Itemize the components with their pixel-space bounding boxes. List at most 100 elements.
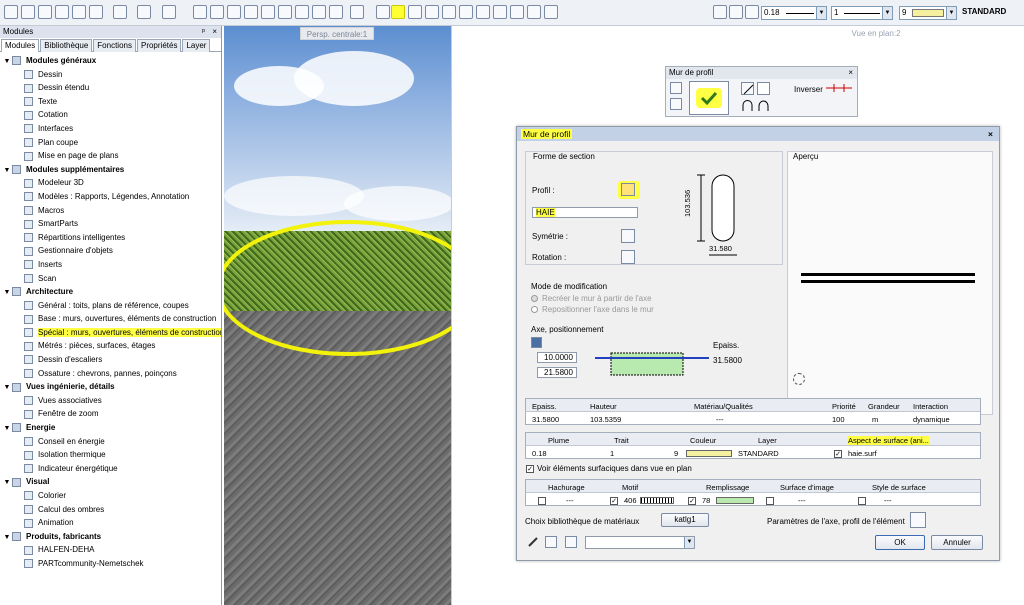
pin-icon[interactable]: ᵖ: [202, 26, 205, 38]
settings-icon[interactable]: [329, 5, 343, 19]
paste-icon[interactable]: [227, 5, 241, 19]
tree-item[interactable]: Gestionnaire d'objets: [0, 244, 221, 258]
rotation-icon[interactable]: [621, 250, 635, 264]
chevron-down-icon[interactable]: ▼: [816, 7, 826, 19]
axis-offset-field-1[interactable]: 10.0000: [537, 352, 577, 363]
library-button[interactable]: katlg1: [661, 513, 709, 527]
redo-icon[interactable]: [162, 5, 176, 19]
tree-item[interactable]: Métrés : pièces, surfaces, étages: [0, 339, 221, 353]
cell-color[interactable]: 9: [674, 449, 678, 458]
surface-style-checkbox[interactable]: [858, 497, 866, 505]
tree-item[interactable]: Macros: [0, 204, 221, 218]
tree-item[interactable]: Modeleur 3D: [0, 176, 221, 190]
tree-item[interactable]: Cotation: [0, 108, 221, 122]
expand-arrow-icon[interactable]: ▼: [2, 531, 12, 544]
zoom-icon[interactable]: [350, 5, 364, 19]
cell-line[interactable]: 1: [610, 449, 614, 458]
tree-group[interactable]: ▼ Modules supplémentaires: [0, 163, 221, 177]
tree-item[interactable]: Dessin étendu: [0, 81, 221, 95]
cell-hatching[interactable]: ---: [566, 496, 574, 505]
expand-arrow-icon[interactable]: ▼: [2, 422, 12, 435]
expand-arrow-icon[interactable]: ▼: [2, 164, 12, 177]
cell-thickness[interactable]: 31.5800: [532, 415, 559, 424]
eyedropper-icon[interactable]: [670, 82, 682, 94]
symmetry-icon[interactable]: [621, 229, 635, 243]
show-surfaces-checkbox[interactable]: ✓: [526, 465, 534, 473]
tree-item[interactable]: Inserts: [0, 258, 221, 272]
close-icon[interactable]: ×: [848, 67, 853, 79]
pen-select[interactable]: 0.18 ▼: [761, 6, 827, 20]
tree-item[interactable]: Texte: [0, 95, 221, 109]
tree-item[interactable]: Modèles : Rapports, Légendes, Annotation: [0, 190, 221, 204]
wall-icon[interactable]: [376, 5, 390, 19]
perspective-viewport[interactable]: [224, 26, 451, 605]
expand-arrow-icon[interactable]: ▼: [2, 476, 12, 489]
window-icon[interactable]: [113, 5, 127, 19]
profile-name-field[interactable]: HAIE: [532, 207, 638, 218]
chevron-down-icon[interactable]: ▼: [684, 537, 694, 548]
tree-item[interactable]: PARTcommunity-Nemetschek: [0, 557, 221, 571]
tree-group[interactable]: ▼ Modules généraux: [0, 54, 221, 68]
tree-item[interactable]: Vues associatives: [0, 394, 221, 408]
tree-item[interactable]: Spécial : murs, ouvertures, éléments de …: [0, 326, 221, 340]
profile-wall-icon[interactable]: [391, 5, 405, 19]
properties-icon[interactable]: [278, 5, 292, 19]
cell-priority[interactable]: 100: [832, 415, 845, 424]
element-icon[interactable]: [544, 5, 558, 19]
mode-radio-reposition[interactable]: [531, 306, 538, 313]
favorites-select[interactable]: ▼: [585, 536, 695, 549]
cancel-button[interactable]: Annuler: [931, 535, 983, 550]
tree-item[interactable]: HALFEN-DEHA: [0, 543, 221, 557]
export-icon[interactable]: [89, 5, 103, 19]
layer-icon[interactable]: [295, 5, 309, 19]
mode-radio-recreate[interactable]: [531, 295, 538, 302]
invert-toggle-icon[interactable]: [826, 83, 852, 93]
roof-icon[interactable]: [493, 5, 507, 19]
arch-icon[interactable]: [741, 99, 754, 112]
tree-group[interactable]: ▼ Vues ingénierie, détails: [0, 380, 221, 394]
cell-pattern[interactable]: 406: [624, 496, 637, 505]
chevron-down-icon[interactable]: ▼: [882, 7, 892, 19]
cell-image-surface[interactable]: ---: [798, 496, 806, 505]
close-icon[interactable]: ×: [212, 26, 217, 38]
tree-item[interactable]: Mise en page de plans: [0, 149, 221, 163]
print-icon[interactable]: [55, 5, 69, 19]
tree-item[interactable]: Calcul des ombres: [0, 503, 221, 517]
tree-item[interactable]: Scan: [0, 272, 221, 286]
tree-group[interactable]: ▼ Visual: [0, 475, 221, 489]
cell-layer[interactable]: STANDARD: [738, 449, 779, 458]
tab-bibliotheque[interactable]: Bibliothèque: [40, 39, 93, 52]
tab-layer[interactable]: Layer: [182, 39, 211, 52]
tree-item[interactable]: Dessin: [0, 68, 221, 82]
tree-item[interactable]: Animation: [0, 516, 221, 530]
opening-icon[interactable]: [408, 5, 422, 19]
tree-item[interactable]: Ossature : chevrons, pannes, poinçons: [0, 367, 221, 381]
tree-item[interactable]: Indicateur énergétique: [0, 462, 221, 476]
tree-item[interactable]: SmartParts: [0, 217, 221, 231]
format-icon[interactable]: [312, 5, 326, 19]
chevron-down-icon[interactable]: ▼: [946, 7, 956, 19]
surface-aspect-checkbox[interactable]: ✓: [834, 450, 842, 458]
tree-item[interactable]: Conseil en énergie: [0, 435, 221, 449]
viewport-divider[interactable]: [451, 26, 452, 605]
ok-button[interactable]: OK: [875, 535, 925, 550]
beam-icon[interactable]: [459, 5, 473, 19]
cut-icon[interactable]: [193, 5, 207, 19]
cell-material[interactable]: ---: [716, 415, 724, 424]
line-icon[interactable]: [741, 82, 754, 95]
cell-surface-aspect[interactable]: haie.surf: [848, 449, 877, 458]
cross-icon[interactable]: [261, 5, 275, 19]
undo-icon[interactable]: [137, 5, 151, 19]
rectangle-icon[interactable]: [757, 82, 770, 95]
stroke-icon[interactable]: [745, 5, 759, 19]
slab-icon[interactable]: [476, 5, 490, 19]
tree-item[interactable]: Dessin d'escaliers: [0, 353, 221, 367]
open-file-icon[interactable]: [21, 5, 35, 19]
cell-interaction[interactable]: dynamique: [913, 415, 950, 424]
eyedropper-icon[interactable]: [527, 536, 539, 548]
format-brush-icon[interactable]: [713, 5, 727, 19]
delete-icon[interactable]: [244, 5, 258, 19]
expand-arrow-icon[interactable]: ▼: [2, 286, 12, 299]
room-icon[interactable]: [527, 5, 541, 19]
cell-surface-style[interactable]: ---: [884, 496, 892, 505]
